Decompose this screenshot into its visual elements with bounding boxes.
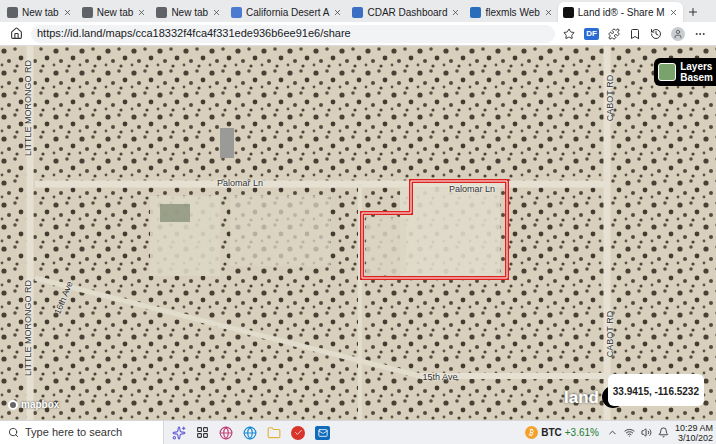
road-label: LITTLE MORONGO RD: [24, 60, 33, 156]
browser-tab[interactable]: CDAR Dashboard: [347, 2, 465, 22]
basemap-thumbnail: [658, 63, 676, 81]
screen: New tab New tab New tab California Desert A…: [0, 0, 716, 444]
taskbar: Type here to search BTC+3.61% 10:29 AM3/10…: [0, 420, 716, 444]
tab-favicon-icon: [231, 7, 242, 18]
tab-close-icon[interactable]: [63, 8, 72, 17]
chevron-up-icon[interactable]: [607, 427, 618, 438]
toolbar-icons: DF: [563, 27, 706, 41]
address-bar: https://id.land/maps/cca18332f4fca4f331e…: [0, 22, 716, 46]
tab-label: flexmls Web: [485, 5, 539, 20]
bitcoin-icon: [525, 426, 538, 439]
road-label: CABOT RD: [606, 75, 615, 121]
tab-close-icon[interactable]: [669, 8, 678, 17]
map-view[interactable]: Palomar Ln Palomar Ln LITTLE MORONGO RD LIT…: [0, 46, 716, 420]
volume-icon[interactable]: [641, 427, 652, 438]
road-label: CABOT RD: [606, 311, 615, 357]
mapbox-attribution[interactable]: mapbox: [8, 397, 59, 412]
home-icon[interactable]: [10, 27, 23, 40]
clock[interactable]: 10:29 AM3/10/202: [675, 423, 716, 443]
tab-label: CDAR Dashboard: [367, 5, 447, 20]
star-icon[interactable]: [563, 28, 575, 40]
layers-button[interactable]: LayersBasem: [654, 58, 716, 86]
tab-favicon-icon: [7, 7, 18, 18]
tab-favicon-icon: [470, 7, 481, 18]
todo-app-icon[interactable]: [291, 426, 305, 440]
tab-favicon-icon: [352, 7, 363, 18]
tab-label: California Desert A: [246, 5, 329, 20]
tab-favicon-icon: [156, 7, 167, 18]
parcel-outline[interactable]: [362, 181, 507, 278]
tab-strip: New tab New tab New tab California Desert A…: [0, 0, 716, 22]
pinned-apps: [164, 426, 330, 440]
tab-close-icon[interactable]: [137, 8, 146, 17]
tab-label: New tab: [22, 5, 59, 20]
extensions-icon[interactable]: [608, 28, 620, 40]
browser-tab[interactable]: California Desert A: [226, 2, 347, 22]
browser-tab[interactable]: New tab: [77, 2, 152, 22]
coordinates-box: 33.9415, -116.5232: [608, 374, 704, 406]
browser-app-icon[interactable]: [219, 426, 233, 440]
task-view-icon[interactable]: [196, 426, 209, 439]
mapbox-logo-icon: [8, 400, 18, 410]
history-icon[interactable]: [650, 28, 662, 40]
user-icon: [673, 29, 683, 39]
road-label: Palomar Ln: [449, 185, 495, 194]
tab-close-icon[interactable]: [333, 8, 342, 17]
plus-icon: [687, 6, 699, 18]
wifi-icon[interactable]: [624, 427, 635, 438]
menu-icon[interactable]: [694, 28, 706, 40]
road-label: 15th Ave: [423, 373, 458, 382]
outlook-icon[interactable]: [315, 426, 330, 440]
tab-close-icon[interactable]: [451, 8, 460, 17]
layers-title: Layers: [680, 61, 713, 72]
notification-icon[interactable]: [658, 427, 669, 438]
road-label: Palomar Ln: [217, 179, 263, 188]
tab-favicon-icon: [82, 7, 93, 18]
tab-label: Land id® - Share M: [578, 5, 665, 20]
search-icon: [8, 427, 19, 438]
tab-favicon-icon: [563, 7, 574, 18]
system-tray: [607, 427, 675, 438]
extension-badge[interactable]: DF: [584, 28, 599, 40]
tab-close-icon[interactable]: [212, 8, 221, 17]
new-tab-button[interactable]: [683, 2, 703, 22]
browser-tab[interactable]: flexmls Web: [465, 2, 557, 22]
url-text: https://id.land/maps/cca18332f4fca4f331e…: [37, 25, 351, 42]
search-box[interactable]: Type here to search: [0, 421, 164, 444]
tab-label: New tab: [171, 5, 208, 20]
edge-icon[interactable]: [243, 426, 257, 440]
browser-tab[interactable]: New tab: [2, 2, 77, 22]
url-field[interactable]: https://id.land/maps/cca18332f4fca4f331e…: [31, 25, 555, 43]
brand-name: land: [564, 389, 599, 406]
browser-tab[interactable]: Land id® - Share M: [558, 2, 683, 22]
tab-close-icon[interactable]: [544, 8, 553, 17]
folder-icon[interactable]: [267, 426, 281, 440]
browser-tab[interactable]: New tab: [151, 2, 226, 22]
copilot-icon[interactable]: [172, 426, 186, 440]
favorites-icon[interactable]: [629, 28, 641, 40]
stock-widget[interactable]: BTC+3.61%: [525, 425, 607, 440]
road-label: LITTLE MORONGO RD: [24, 280, 33, 376]
tab-label: New tab: [97, 5, 134, 20]
layers-subtitle: Basem: [680, 72, 713, 83]
profile-avatar[interactable]: [671, 27, 685, 41]
